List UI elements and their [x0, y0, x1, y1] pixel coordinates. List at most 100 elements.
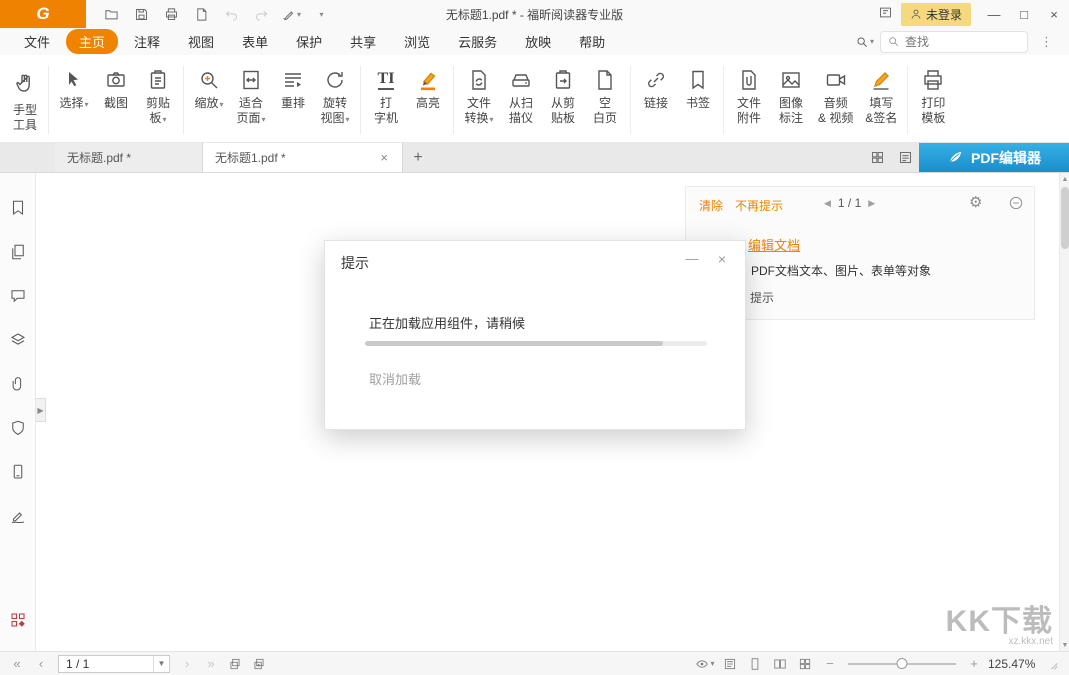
ribbon-tool-zoom[interactable]: 缩放▾ [188, 60, 230, 140]
menu-cloud[interactable]: 云服务 [444, 29, 511, 54]
ribbon-tool-blank-page[interactable]: 空 白页 [584, 60, 626, 140]
scroll-up-icon[interactable]: ▲ [1060, 173, 1069, 185]
redo-icon[interactable] [248, 3, 274, 25]
minimize-button[interactable]: — [979, 0, 1009, 28]
comments-panel-icon[interactable] [8, 287, 28, 305]
previous-page-icon[interactable]: ‹ [30, 654, 52, 674]
chevron-down-icon[interactable]: ▼ [153, 656, 169, 672]
document-tab-active[interactable]: 无标题1.pdf * × [203, 143, 403, 172]
ribbon-tool-typewriter[interactable]: TI 打 字机 [365, 60, 407, 140]
dialog-close-icon[interactable]: × [713, 251, 731, 267]
more-options-icon[interactable]: ⋮ [1034, 34, 1059, 50]
destinations-panel-icon[interactable] [8, 611, 28, 629]
view-mode-eye-icon[interactable]: ▾ [694, 654, 716, 674]
menu-view[interactable]: 视图 [174, 29, 228, 54]
notes-panel-icon[interactable] [878, 5, 893, 23]
zoom-select-icon[interactable]: ▾ [855, 35, 874, 49]
document-tab-inactive[interactable]: 无标题.pdf * [55, 143, 203, 172]
panel-expand-handle[interactable]: ▶ [36, 398, 46, 422]
single-page-view-icon[interactable] [744, 654, 766, 674]
ribbon-tool-rotate-view[interactable]: 旋转 视图▾ [314, 60, 356, 140]
menu-browse[interactable]: 浏览 [390, 29, 444, 54]
ribbon-tool-from-clipboard[interactable]: 从剪 贴板 [542, 60, 584, 140]
facing-page-view-icon[interactable] [769, 654, 791, 674]
ribbon-tool-fit-page[interactable]: 适合 页面▾ [230, 60, 272, 140]
menu-file[interactable]: 文件 [10, 29, 64, 54]
previous-tip-icon[interactable]: ◀ [824, 198, 831, 209]
ribbon-tool-from-scanner[interactable]: 从扫 描仪 [500, 60, 542, 140]
mobile-panel-icon[interactable] [8, 463, 28, 481]
bookmarks-panel-icon[interactable] [8, 199, 28, 217]
menu-protect[interactable]: 保护 [282, 29, 336, 54]
next-tip-icon[interactable]: ▶ [868, 198, 875, 209]
attachments-panel-icon[interactable] [8, 375, 28, 393]
tab-list-icon[interactable] [891, 143, 919, 172]
close-button[interactable]: × [1039, 0, 1069, 28]
page-number-combo[interactable]: 1 / 1 ▼ [58, 655, 170, 673]
scanner-icon [509, 64, 533, 96]
undo-icon[interactable] [218, 3, 244, 25]
open-folder-icon[interactable] [98, 3, 124, 25]
tab-close-icon[interactable]: × [378, 150, 390, 165]
security-panel-icon[interactable] [8, 419, 28, 437]
login-button[interactable]: 未登录 [901, 3, 971, 26]
document-icon[interactable] [188, 3, 214, 25]
ribbon-tool-print-template[interactable]: 打印 模板 [912, 60, 954, 140]
quick-tools-icon[interactable]: ▾ [278, 3, 304, 25]
pages-panel-icon[interactable] [8, 243, 28, 261]
scrollbar-thumb[interactable] [1061, 187, 1069, 249]
scroll-down-icon[interactable]: ▼ [1060, 639, 1069, 651]
ribbon-tool-audio-video[interactable]: 音频 & 视频 [812, 60, 859, 140]
ribbon-tool-image-annotation[interactable]: 图像 标注 [770, 60, 812, 140]
dialog-minimize-icon[interactable]: — [683, 251, 701, 266]
gear-icon[interactable]: ⚙ [969, 193, 982, 211]
menu-comment[interactable]: 注释 [120, 29, 174, 54]
cancel-loading-link[interactable]: 取消加载 [369, 369, 421, 388]
pdf-editor-button[interactable]: PDF编辑器 [919, 143, 1069, 172]
ribbon-tool-reflow[interactable]: 重排 [272, 60, 314, 140]
ribbon-tool-snapshot[interactable]: 截图 [95, 60, 137, 140]
next-page-icon[interactable]: › [176, 654, 198, 674]
layers-panel-icon[interactable] [8, 331, 28, 349]
last-page-icon[interactable]: » [200, 654, 222, 674]
save-icon[interactable] [128, 3, 154, 25]
ribbon-tool-highlight[interactable]: 高亮 [407, 60, 449, 140]
zoom-out-button[interactable]: − [819, 654, 841, 674]
ribbon-tool-clipboard[interactable]: 剪贴 板▾ [137, 60, 179, 140]
zoom-slider[interactable] [848, 654, 956, 674]
ribbon-tool-bookmark[interactable]: 书签 [677, 60, 719, 140]
ribbon-tool-link[interactable]: 链接 [635, 60, 677, 140]
zoom-slider-thumb[interactable] [897, 658, 908, 669]
ribbon-tool-file-attachment[interactable]: 文件 附件 [728, 60, 770, 140]
print-icon[interactable] [158, 3, 184, 25]
ribbon-tool-hand[interactable]: 手型 工具 [6, 60, 44, 140]
ribbon-tool-fill-sign[interactable]: 填写 &签名 [859, 60, 903, 140]
next-view-icon[interactable] [248, 654, 270, 674]
new-tab-button[interactable]: + [403, 143, 433, 172]
customize-toolbar-icon[interactable]: ▾ [308, 3, 334, 25]
menu-share[interactable]: 共享 [336, 29, 390, 54]
menu-slideshow[interactable]: 放映 [511, 29, 565, 54]
signature-panel-icon[interactable] [8, 507, 28, 525]
ribbon-tool-select[interactable]: 选择▾ [53, 60, 95, 140]
resize-grip-icon[interactable] [1041, 654, 1063, 674]
tab-grid-icon[interactable] [863, 143, 891, 172]
zoom-in-button[interactable]: + [963, 654, 985, 674]
previous-view-icon[interactable] [224, 654, 246, 674]
document-area[interactable]: ▶ 清除 不再提示 ◀ 1 / 1 ▶ ⚙ 编辑文档 PDF文档文本、图片、表单… [36, 173, 1069, 651]
menu-help[interactable]: 帮助 [565, 29, 619, 54]
reading-mode-icon[interactable] [719, 654, 741, 674]
tip-title-link[interactable]: 编辑文档 [748, 235, 800, 254]
ribbon-tool-convert[interactable]: 文件 转换▾ [458, 60, 500, 140]
vertical-scrollbar[interactable]: ▲ ▼ [1059, 173, 1069, 651]
search-input[interactable] [880, 31, 1028, 53]
tip-clear-link[interactable]: 清除 [699, 197, 723, 214]
menu-home[interactable]: 主页 [66, 29, 118, 54]
menu-form[interactable]: 表单 [228, 29, 282, 54]
foxit-logo[interactable]: G [0, 0, 86, 28]
collapse-tip-icon[interactable] [1008, 195, 1024, 214]
grid-view-icon[interactable] [794, 654, 816, 674]
first-page-icon[interactable]: « [6, 654, 28, 674]
tip-dont-show-link[interactable]: 不再提示 [735, 197, 783, 214]
maximize-button[interactable]: □ [1009, 0, 1039, 28]
